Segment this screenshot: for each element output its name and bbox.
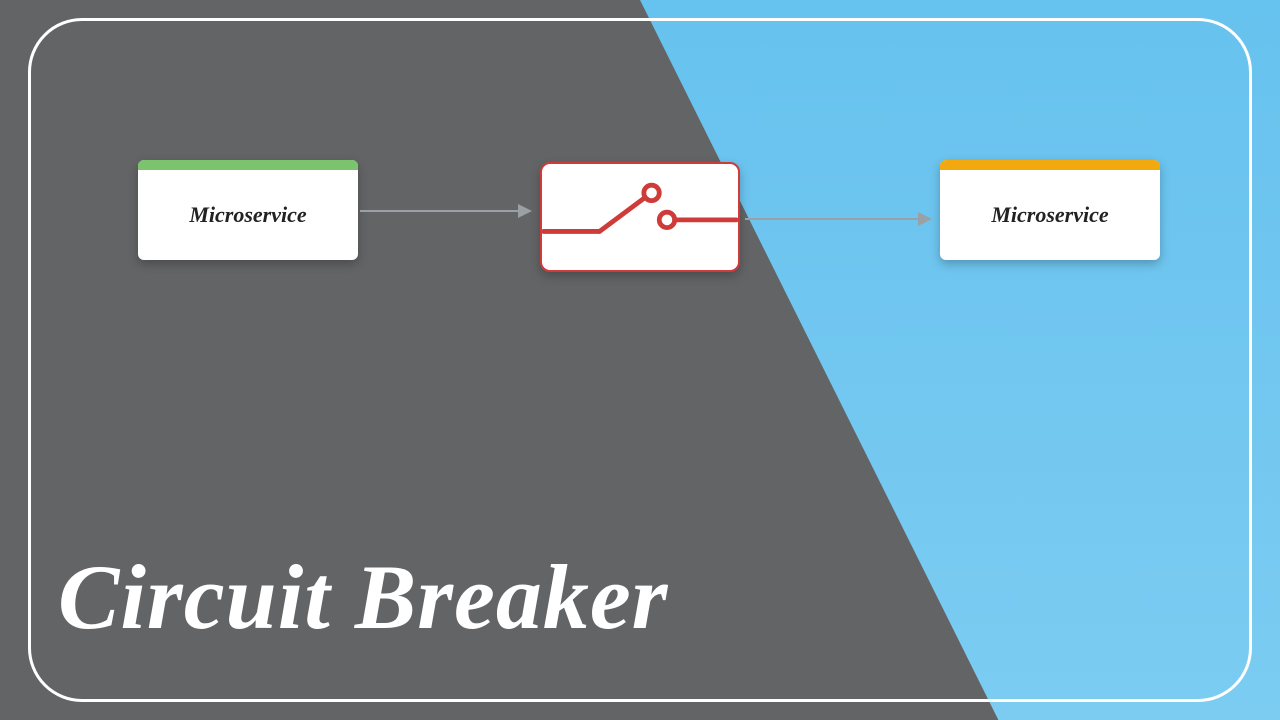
card-accent-bar (138, 160, 358, 170)
microservice-left-label: Microservice (138, 170, 358, 260)
microservice-right-label: Microservice (940, 170, 1160, 260)
card-accent-bar (940, 160, 1160, 170)
arrow-breaker-to-right (745, 218, 930, 220)
circuit-breaker-box (540, 162, 740, 272)
microservice-left-card: Microservice (138, 160, 358, 260)
microservice-right-card: Microservice (940, 160, 1160, 260)
switch-open-icon (542, 164, 738, 270)
arrow-left-to-breaker (360, 210, 530, 212)
diagram-title: Circuit Breaker (58, 544, 668, 650)
